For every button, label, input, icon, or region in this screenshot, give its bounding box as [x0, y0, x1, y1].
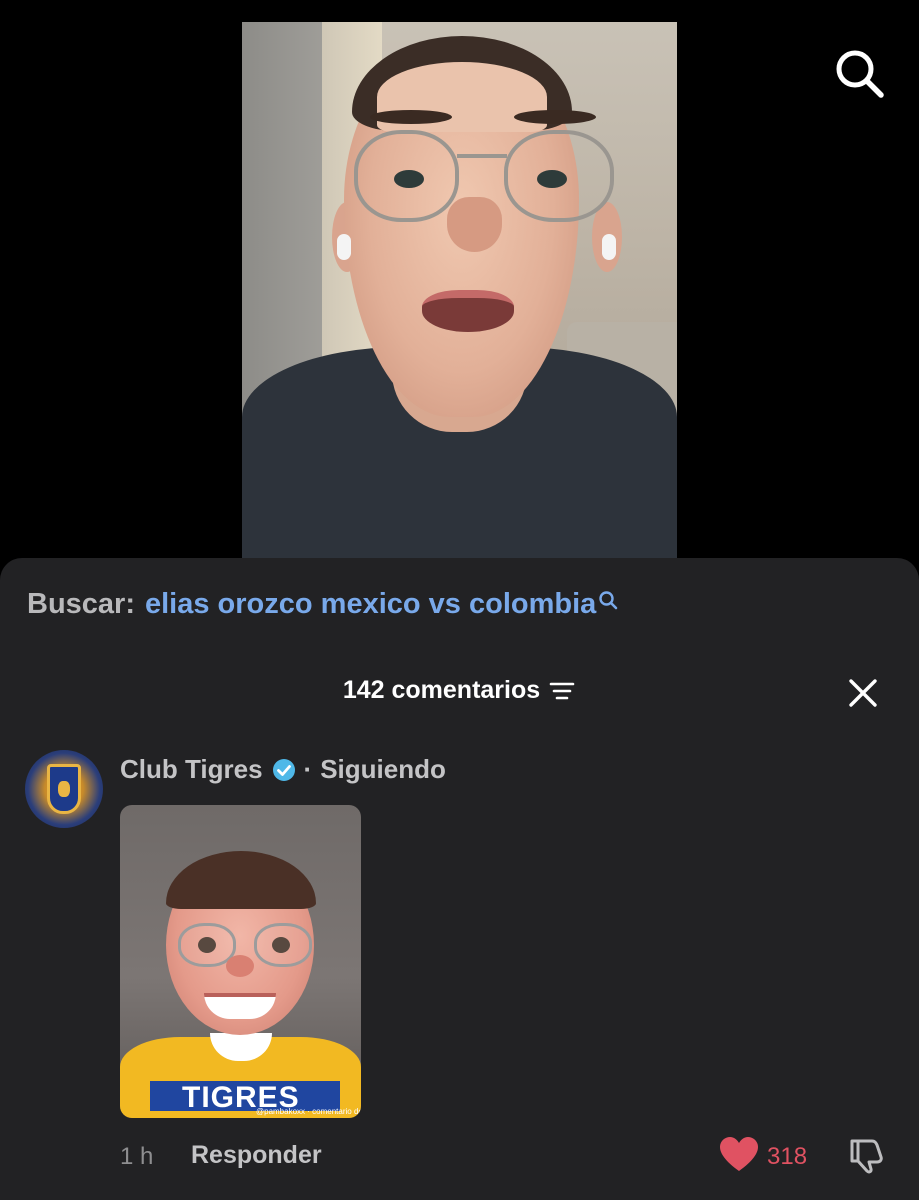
separator-dot: · — [303, 754, 313, 784]
glasses-lens-right — [504, 130, 614, 222]
comments-count-title: 142 comentarios — [342, 676, 541, 704]
author-name[interactable]: Club Tigres — [120, 754, 263, 785]
search-icon — [836, 50, 884, 98]
close-icon — [849, 679, 877, 707]
earbud-left — [337, 234, 351, 260]
dislike-button[interactable] — [846, 1135, 886, 1175]
search-icon — [599, 591, 618, 610]
close-button[interactable] — [846, 676, 880, 710]
sticker-glasses-right — [254, 923, 312, 967]
person-brow-left — [370, 110, 452, 124]
comment-time: 1 h — [120, 1143, 154, 1170]
comments-sheet: Buscar: elias orozco mexico vs colombia … — [0, 558, 919, 1200]
search-suggestion-query[interactable]: elias orozco mexico vs colombia — [145, 588, 596, 621]
earbud-right — [602, 234, 616, 260]
comments-header: 142 comentarios — [0, 676, 919, 705]
person-brow-right — [514, 110, 596, 124]
thumbs-down-icon — [850, 1139, 883, 1174]
avatar[interactable] — [25, 750, 103, 828]
search-suggestion[interactable]: Buscar: elias orozco mexico vs colombia — [27, 588, 618, 621]
video-player[interactable] — [0, 0, 919, 580]
comment-author-line: Club Tigres · Siguiendo — [120, 754, 446, 785]
search-button[interactable] — [832, 46, 886, 100]
heart-icon — [720, 1137, 758, 1171]
glasses-lens-left — [354, 130, 459, 222]
video-frame[interactable] — [242, 22, 677, 562]
reply-button[interactable]: Responder — [191, 1141, 322, 1170]
sticker-nose — [226, 955, 254, 977]
like-count: 318 — [767, 1143, 808, 1170]
verified-badge-icon — [272, 758, 295, 781]
follow-status: Siguiendo — [320, 754, 446, 784]
search-suggestion-label: Buscar: — [27, 588, 135, 620]
glasses-bridge — [457, 154, 507, 158]
sticker-hair — [166, 851, 316, 909]
like-button[interactable] — [719, 1136, 759, 1174]
person-nose — [447, 197, 502, 252]
sort-icon[interactable] — [548, 679, 576, 703]
comment-sticker-image[interactable]: TIGRES @pambakoxx · comentario de TikTok — [120, 805, 361, 1118]
person-mouth — [422, 290, 514, 332]
sticker-watermark: @pambakoxx · comentario de TikTok — [256, 1107, 361, 1116]
tigres-logo-icon — [47, 764, 81, 814]
